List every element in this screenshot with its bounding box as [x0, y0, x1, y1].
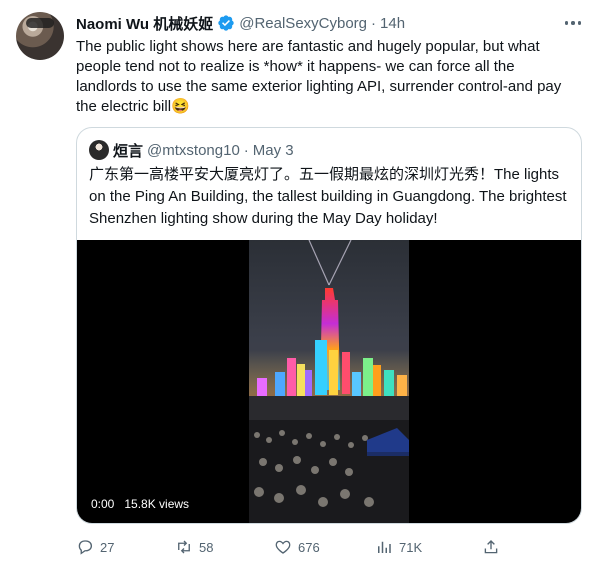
tweet-timestamp[interactable]: 14h [380, 15, 405, 32]
share-icon [484, 540, 498, 554]
reply-count: 27 [100, 539, 115, 555]
tweet[interactable]: Naomi Wu 机械妖姬 @RealSexyCyborg · 14h The … [0, 0, 598, 568]
retweet-icon [178, 540, 190, 554]
quoted-tweet-timestamp: May 3 [252, 141, 294, 159]
verified-badge-icon [217, 14, 235, 32]
views-count: 71K [399, 539, 423, 555]
quoted-author-avatar [89, 140, 109, 160]
author-avatar[interactable] [16, 12, 64, 60]
author-handle[interactable]: @RealSexyCyborg [239, 15, 367, 32]
more-options-icon[interactable] [562, 12, 584, 34]
like-count: 676 [298, 539, 320, 555]
video-player[interactable]: 0:00 15.8K views [77, 240, 581, 523]
tweet-text: The public light shows here are fantasti… [76, 37, 576, 117]
quoted-author-handle: @mtxstong10 [147, 141, 240, 159]
retweet-button[interactable]: 58 [175, 535, 213, 559]
tweet-actions-bar: 27 58 676 71K [76, 535, 536, 559]
tweet-header: Naomi Wu 机械妖姬 @RealSexyCyborg · 14h [76, 13, 550, 33]
quoted-tweet-header: 烜言 @mtxstong10 · May 3 [89, 140, 294, 160]
analytics-icon [378, 541, 391, 553]
laughing-emoji: 😆 [171, 98, 190, 115]
quoted-tweet-text: 广东第一高楼平安大厦亮灯了。五一假期最炫的深圳灯光秀！The lights on… [89, 166, 567, 227]
author-name[interactable]: Naomi Wu 机械妖姬 [76, 13, 213, 34]
tweet-text-content: The public light shows here are fantasti… [76, 38, 562, 115]
reply-button[interactable]: 27 [76, 535, 114, 559]
city-light-show-image [249, 240, 409, 523]
share-button[interactable] [482, 535, 500, 559]
quoted-author-name: 烜言 [113, 142, 144, 160]
views-button[interactable]: 71K [375, 535, 422, 559]
quoted-tweet[interactable]: 烜言 @mtxstong10 · May 3 广东第一高楼平安大厦亮灯了。五一假… [76, 127, 582, 524]
heart-icon [275, 540, 291, 554]
video-stats: 0:00 15.8K views [91, 497, 189, 511]
reply-icon [78, 540, 93, 555]
video-frame[interactable] [249, 240, 409, 523]
like-button[interactable]: 676 [274, 535, 320, 559]
separator-dot: · [371, 14, 377, 32]
quoted-separator-dot: · [243, 141, 249, 159]
video-view-count: 15.8K views [124, 497, 190, 511]
video-duration: 0:00 [91, 497, 115, 511]
retweet-count: 58 [199, 539, 214, 555]
